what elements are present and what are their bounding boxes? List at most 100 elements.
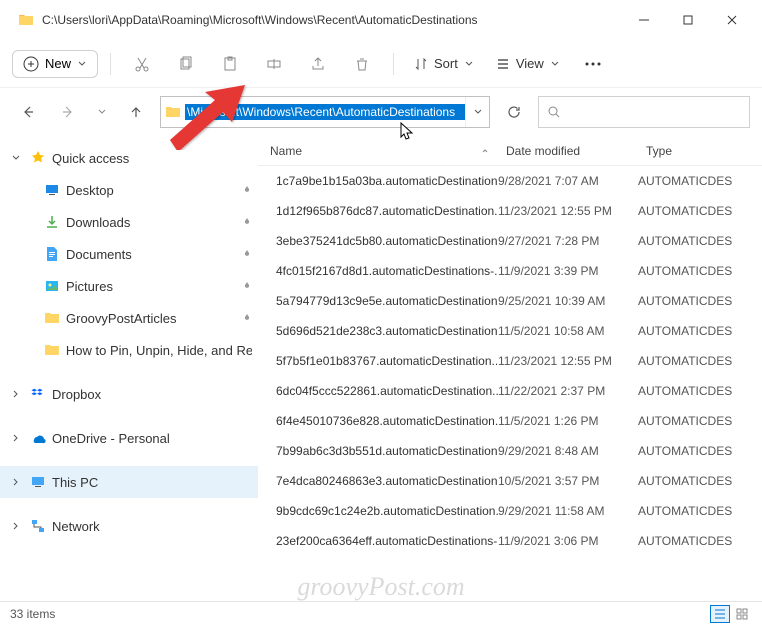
status-count: 33 items	[10, 607, 55, 621]
file-name: 6dc04f5ccc522861.automaticDestination..	[276, 384, 498, 398]
forward-button[interactable]	[52, 96, 84, 128]
table-row[interactable]: 7e4dca80246863e3.automaticDestination.. …	[258, 466, 762, 496]
search-input[interactable]	[567, 105, 741, 119]
copy-button[interactable]	[167, 47, 205, 81]
grid-icon	[736, 608, 748, 620]
search-icon	[547, 105, 561, 119]
file-type: AUTOMATICDES	[638, 174, 762, 188]
sort-button[interactable]: Sort	[406, 51, 482, 76]
file-name: 5d696d521de238c3.automaticDestination..	[276, 324, 498, 338]
table-row[interactable]: 23ef200ca6364eff.automaticDestinations-.…	[258, 526, 762, 556]
sidebar-network[interactable]: Network	[0, 510, 258, 542]
chevron-down-icon	[11, 153, 21, 163]
up-button[interactable]	[120, 96, 152, 128]
rename-button[interactable]	[255, 47, 293, 81]
sidebar-thispc[interactable]: This PC	[0, 466, 258, 498]
file-name: 9b9cdc69c1c24e2b.automaticDestination..	[276, 504, 498, 518]
table-row[interactable]: 5f7b5f1e01b83767.automaticDestination.. …	[258, 346, 762, 376]
file-date: 11/9/2021 3:39 PM	[498, 264, 638, 278]
file-name: 7e4dca80246863e3.automaticDestination..	[276, 474, 498, 488]
sidebar-quick-access[interactable]: Quick access	[0, 142, 258, 174]
pictures-icon	[44, 278, 60, 294]
sidebar-dropbox[interactable]: Dropbox	[0, 378, 258, 410]
recent-dropdown[interactable]	[92, 96, 112, 128]
column-name-header[interactable]: Name	[258, 144, 498, 158]
maximize-button[interactable]	[666, 4, 710, 36]
search-box[interactable]	[538, 96, 750, 128]
file-list[interactable]: 1c7a9be1b15a03ba.automaticDestination.. …	[258, 166, 762, 601]
sidebar-item-desktop[interactable]: Desktop	[0, 174, 258, 206]
table-row[interactable]: 3ebe375241dc5b80.automaticDestination.. …	[258, 226, 762, 256]
sidebar-item-pictures[interactable]: Pictures	[0, 270, 258, 302]
file-type: AUTOMATICDES	[638, 294, 762, 308]
address-bar[interactable]: \Microsoft\Windows\Recent\AutomaticDesti…	[160, 96, 490, 128]
close-button[interactable]	[710, 4, 754, 36]
delete-button[interactable]	[343, 47, 381, 81]
toolbar: New Sort View	[0, 40, 762, 88]
sidebar-item-label: OneDrive - Personal	[52, 431, 170, 446]
separator	[393, 53, 394, 75]
sidebar-item-label: GroovyPostArticles	[66, 311, 177, 326]
column-header: Name Date modified Type	[258, 136, 762, 166]
view-button[interactable]: View	[488, 51, 568, 76]
file-type: AUTOMATICDES	[638, 504, 762, 518]
refresh-button[interactable]	[498, 96, 530, 128]
file-date: 11/22/2021 2:37 PM	[498, 384, 638, 398]
table-row[interactable]: 5a794779d13c9e5e.automaticDestination.. …	[258, 286, 762, 316]
cloud-icon	[30, 430, 46, 446]
more-button[interactable]	[574, 47, 612, 81]
minimize-button[interactable]	[622, 4, 666, 36]
sidebar-item-groovypost[interactable]: GroovyPostArticles	[0, 302, 258, 334]
cut-button[interactable]	[123, 47, 161, 81]
back-button[interactable]	[12, 96, 44, 128]
column-date-header[interactable]: Date modified	[498, 144, 638, 158]
folder-icon	[18, 12, 34, 28]
new-button[interactable]: New	[12, 50, 98, 78]
file-date: 9/25/2021 10:39 AM	[498, 294, 638, 308]
share-button[interactable]	[299, 47, 337, 81]
chevron-down-icon	[473, 107, 483, 117]
sidebar-item-downloads[interactable]: Downloads	[0, 206, 258, 238]
sidebar-item-label: Pictures	[66, 279, 113, 294]
sort-icon	[414, 57, 428, 71]
file-name: 7b99ab6c3d3b551d.automaticDestination..	[276, 444, 498, 458]
list-icon	[714, 608, 726, 620]
computer-icon	[30, 474, 46, 490]
sidebar-item-label: Downloads	[66, 215, 130, 230]
sidebar-onedrive[interactable]: OneDrive - Personal	[0, 422, 258, 454]
sidebar-item-label: Network	[52, 519, 100, 534]
table-row[interactable]: 1d12f965b876dc87.automaticDestination.. …	[258, 196, 762, 226]
file-name: 3ebe375241dc5b80.automaticDestination..	[276, 234, 498, 248]
icons-view-button[interactable]	[732, 605, 752, 623]
table-row[interactable]: 1c7a9be1b15a03ba.automaticDestination.. …	[258, 166, 762, 196]
table-row[interactable]: 5d696d521de238c3.automaticDestination.. …	[258, 316, 762, 346]
document-icon	[44, 246, 60, 262]
star-icon	[30, 150, 46, 166]
file-date: 9/27/2021 7:28 PM	[498, 234, 638, 248]
file-date: 9/29/2021 11:58 AM	[498, 504, 638, 518]
paste-button[interactable]	[211, 47, 249, 81]
sidebar-item-howto[interactable]: How to Pin, Unpin, Hide, and Re	[0, 334, 258, 366]
details-view-button[interactable]	[710, 605, 730, 623]
file-type: AUTOMATICDES	[638, 324, 762, 338]
address-dropdown[interactable]	[465, 97, 489, 127]
column-type-header[interactable]: Type	[638, 144, 762, 158]
table-row[interactable]: 9b9cdc69c1c24e2b.automaticDestination.. …	[258, 496, 762, 526]
refresh-icon	[506, 104, 522, 120]
sidebar-item-documents[interactable]: Documents	[0, 238, 258, 270]
file-name: 1c7a9be1b15a03ba.automaticDestination..	[276, 174, 498, 188]
file-name: 4fc015f2167d8d1.automaticDestinations-..	[276, 264, 498, 278]
file-type: AUTOMATICDES	[638, 534, 762, 548]
window-tab[interactable]: C:\Users\lori\AppData\Roaming\Microsoft\…	[8, 6, 488, 34]
address-text[interactable]: \Microsoft\Windows\Recent\AutomaticDesti…	[185, 104, 465, 120]
file-date: 9/29/2021 8:48 AM	[498, 444, 638, 458]
table-row[interactable]: 4fc015f2167d8d1.automaticDestinations-..…	[258, 256, 762, 286]
table-row[interactable]: 6dc04f5ccc522861.automaticDestination.. …	[258, 376, 762, 406]
download-icon	[44, 214, 60, 230]
sidebar-item-label: This PC	[52, 475, 98, 490]
sidebar-item-label: Quick access	[52, 151, 129, 166]
table-row[interactable]: 7b99ab6c3d3b551d.automaticDestination.. …	[258, 436, 762, 466]
dropbox-icon	[30, 386, 46, 402]
file-type: AUTOMATICDES	[638, 354, 762, 368]
table-row[interactable]: 6f4e45010736e828.automaticDestination.. …	[258, 406, 762, 436]
